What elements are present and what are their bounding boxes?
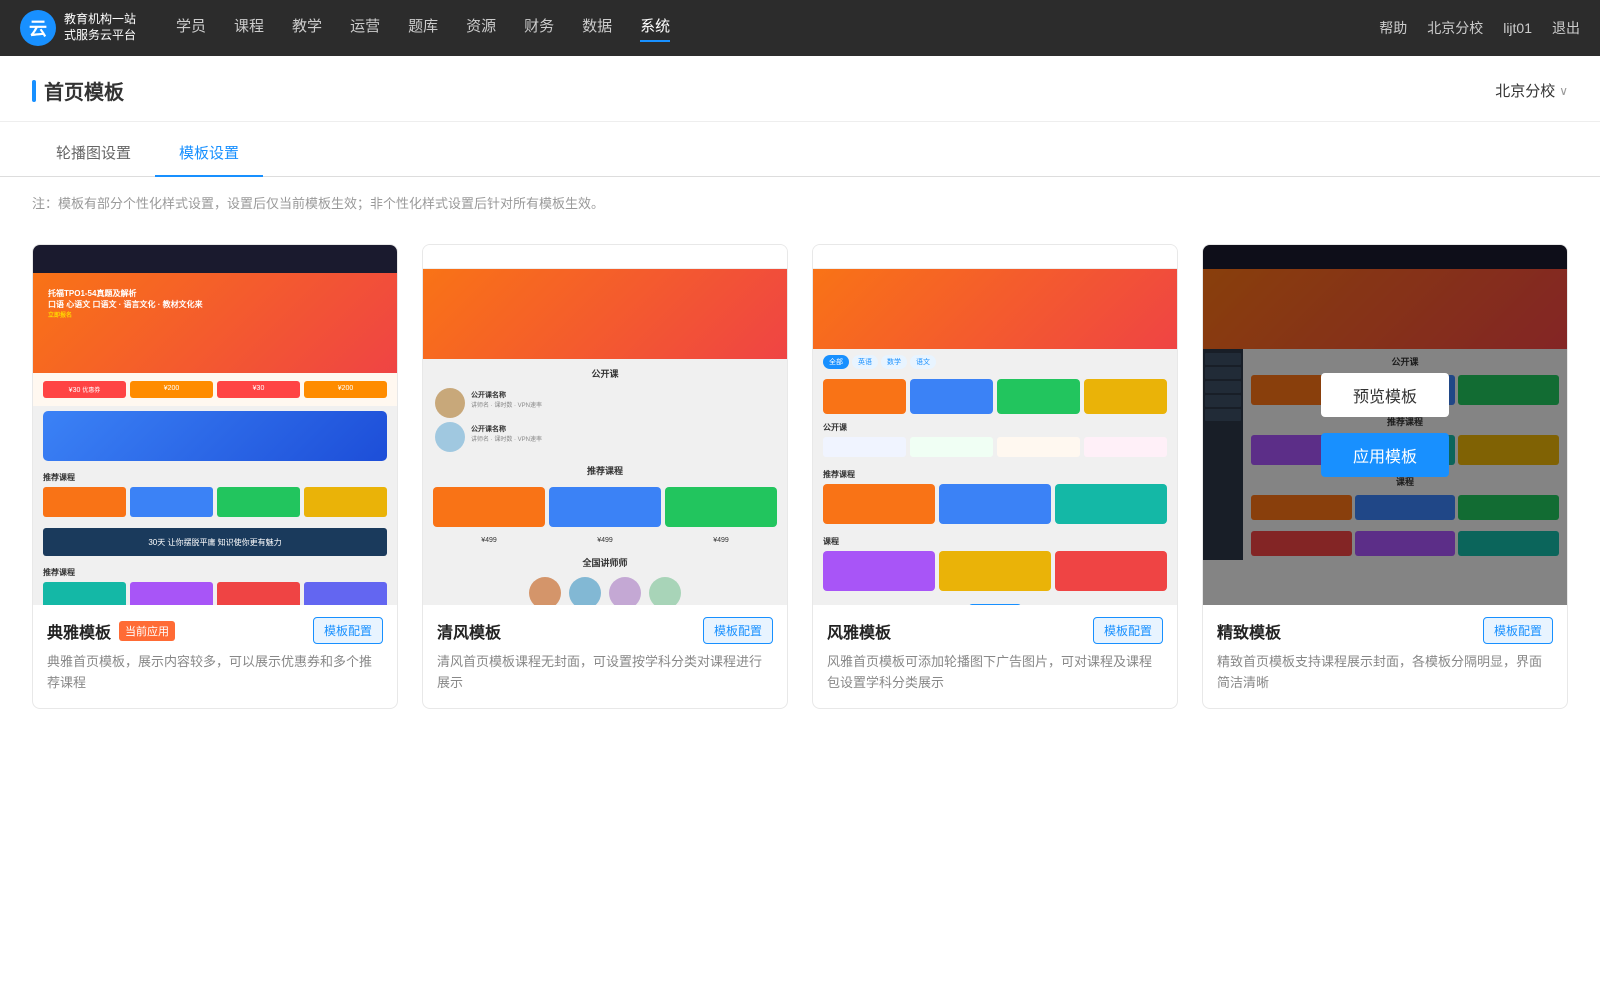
template-preview-3: 全部 英语 数学 语文 公开课: [813, 245, 1177, 605]
help-link[interactable]: 帮助: [1379, 18, 1407, 38]
template-mock-3: 全部 英语 数学 语文 公开课: [813, 245, 1177, 605]
config-btn-3[interactable]: 模板配置: [1093, 617, 1163, 644]
header-left: 云 教育机构一站 式服务云平台 学员 课程 教学 运营 题库 资源 财务 数据 …: [20, 10, 670, 46]
template-name-left-1: 典雅模板 当前应用: [47, 619, 175, 643]
user-menu[interactable]: lijt01: [1503, 20, 1532, 36]
template-desc-3: 风雅首页模板可添加轮播图下广告图片，可对课程及课程包设置学科分类展示: [827, 652, 1163, 694]
logo-text: 教育机构一站 式服务云平台: [64, 12, 136, 43]
nav-item-finance[interactable]: 财务: [524, 15, 554, 42]
template-info-2: 清风模板 模板配置 清风首页模板课程无封面，可设置按学科分类对课程进行展示: [423, 605, 787, 708]
template-name-row-1: 典雅模板 当前应用 模板配置: [47, 617, 383, 644]
template-preview-4: 公开课 推荐课程 课: [1203, 245, 1567, 605]
logo-icon: 云: [20, 10, 56, 46]
template-preview-2: 公开课 公开课名称 讲师名 · 课时数 · VPN速率 公开课名称 讲师名 · …: [423, 245, 787, 605]
preview-template-btn[interactable]: 预览模板: [1321, 373, 1449, 417]
template-name-row-3: 风雅模板 模板配置: [827, 617, 1163, 644]
apply-template-btn[interactable]: 应用模板: [1321, 433, 1449, 477]
template-info-1: 典雅模板 当前应用 模板配置 典雅首页模板，展示内容较多，可以展示优惠券和多个推…: [33, 605, 397, 708]
template-name-left-4: 精致模板: [1217, 619, 1281, 643]
template-mock-2: 公开课 公开课名称 讲师名 · 课时数 · VPN速率 公开课名称 讲师名 · …: [423, 245, 787, 605]
nav-item-students[interactable]: 学员: [176, 15, 206, 42]
nav-item-resources[interactable]: 资源: [466, 15, 496, 42]
template-info-4: 精致模板 模板配置 精致首页模板支持课程展示封面，各模板分隔明显，界面简洁清晰: [1203, 605, 1567, 708]
config-btn-2[interactable]: 模板配置: [703, 617, 773, 644]
template-desc-1: 典雅首页模板，展示内容较多，可以展示优惠券和多个推荐课程: [47, 652, 383, 694]
template-name-left-2: 清风模板: [437, 619, 501, 643]
template-card-3[interactable]: 全部 英语 数学 语文 公开课: [812, 244, 1178, 709]
nav-item-system[interactable]: 系统: [640, 15, 670, 42]
nav-item-teaching[interactable]: 教学: [292, 15, 322, 42]
tab-template[interactable]: 模板设置: [155, 130, 263, 177]
template-name-row-2: 清风模板 模板配置: [437, 617, 773, 644]
config-btn-1[interactable]: 模板配置: [313, 617, 383, 644]
template-card-2[interactable]: 公开课 公开课名称 讲师名 · 课时数 · VPN速率 公开课名称 讲师名 · …: [422, 244, 788, 709]
page-title: 首页模板: [32, 76, 124, 105]
template-desc-4: 精致首页模板支持课程展示封面，各模板分隔明显，界面简洁清晰: [1217, 652, 1553, 694]
nav-item-questions[interactable]: 题库: [408, 15, 438, 42]
branch-link[interactable]: 北京分校: [1427, 18, 1483, 38]
main-nav: 学员 课程 教学 运营 题库 资源 财务 数据 系统: [176, 15, 670, 42]
tab-bar: 轮播图设置 模板设置: [0, 130, 1600, 177]
branch-arrow-icon: ∨: [1559, 84, 1568, 98]
logout-link[interactable]: 退出: [1552, 18, 1580, 38]
config-btn-4[interactable]: 模板配置: [1483, 617, 1553, 644]
note-text: 注：模板有部分个性化样式设置，设置后仅当前模板生效；非个性化样式设置后针对所有模…: [0, 177, 1600, 228]
template-info-3: 风雅模板 模板配置 风雅首页模板可添加轮播图下广告图片，可对课程及课程包设置学科…: [813, 605, 1177, 708]
template-card-1[interactable]: 托福TPO1-54真题及解析口语 心语文 口语文 · 语言文化 · 教材文化来 …: [32, 244, 398, 709]
nav-item-operations[interactable]: 运营: [350, 15, 380, 42]
template-desc-2: 清风首页模板课程无封面，可设置按学科分类对课程进行展示: [437, 652, 773, 694]
nav-item-courses[interactable]: 课程: [234, 15, 264, 42]
template-overlay-4: 预览模板 应用模板: [1203, 245, 1567, 605]
page-header: 首页模板 北京分校 ∨: [0, 56, 1600, 122]
templates-grid: 托福TPO1-54真题及解析口语 心语文 口语文 · 语言文化 · 教材文化来 …: [0, 228, 1600, 749]
template-name-1: 典雅模板: [47, 619, 111, 643]
template-name-4: 精致模板: [1217, 619, 1281, 643]
page-content: 首页模板 北京分校 ∨ 轮播图设置 模板设置 注：模板有部分个性化样式设置，设置…: [0, 56, 1600, 990]
current-badge-1: 当前应用: [119, 621, 175, 641]
logo[interactable]: 云 教育机构一站 式服务云平台: [20, 10, 136, 46]
tab-carousel[interactable]: 轮播图设置: [32, 130, 155, 177]
template-card-4[interactable]: 公开课 推荐课程 课: [1202, 244, 1568, 709]
template-name-left-3: 风雅模板: [827, 619, 891, 643]
main-header: 云 教育机构一站 式服务云平台 学员 课程 教学 运营 题库 资源 财务 数据 …: [0, 0, 1600, 56]
template-name-2: 清风模板: [437, 619, 501, 643]
template-name-row-4: 精致模板 模板配置: [1217, 617, 1553, 644]
header-right: 帮助 北京分校 lijt01 退出: [1379, 18, 1580, 38]
nav-item-data[interactable]: 数据: [582, 15, 612, 42]
template-name-3: 风雅模板: [827, 619, 891, 643]
branch-selector[interactable]: 北京分校 ∨: [1495, 80, 1568, 101]
template-preview-1: 托福TPO1-54真题及解析口语 心语文 口语文 · 语言文化 · 教材文化来 …: [33, 245, 397, 605]
template-mock-1: 托福TPO1-54真题及解析口语 心语文 口语文 · 语言文化 · 教材文化来 …: [33, 245, 397, 605]
branch-label: 北京分校: [1495, 80, 1555, 101]
